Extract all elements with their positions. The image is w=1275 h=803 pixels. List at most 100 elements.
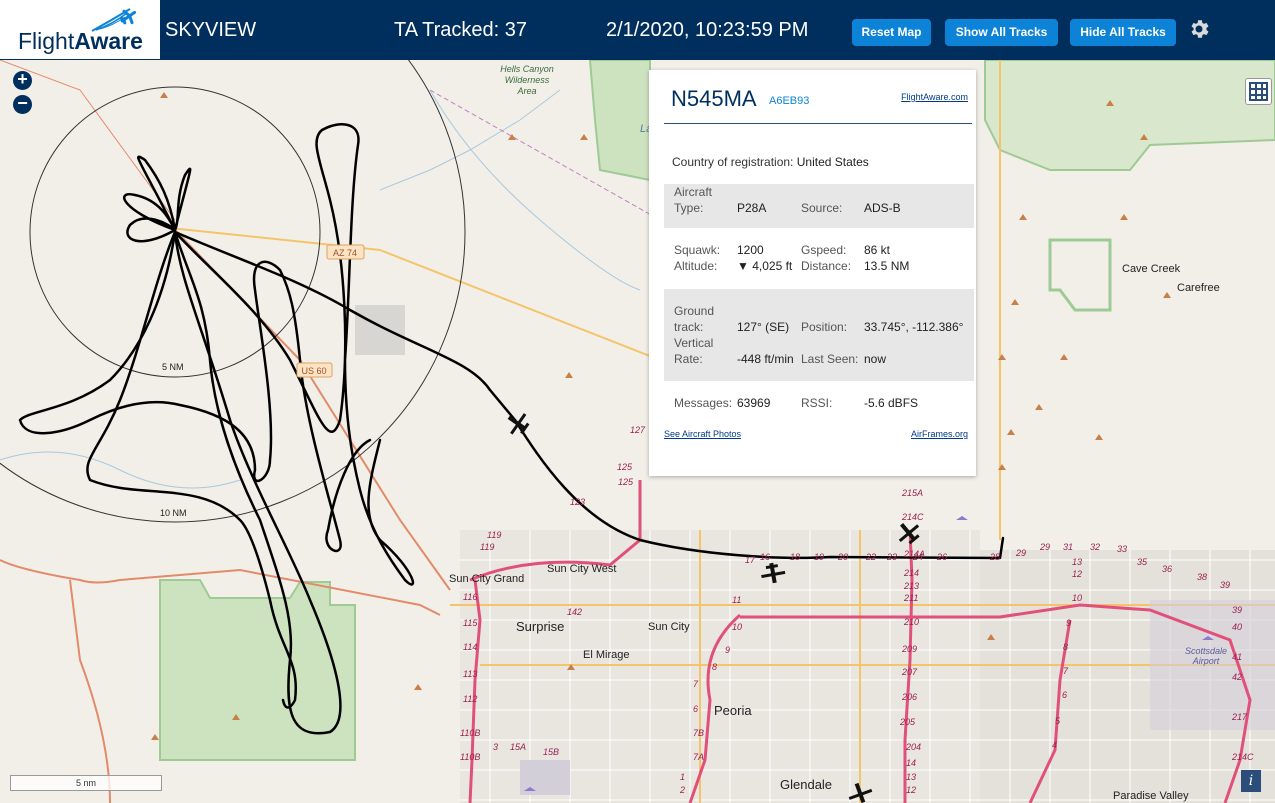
zoom-in-button[interactable]: + (13, 70, 32, 90)
ground-track-label: Ground (674, 304, 715, 318)
layers-button[interactable] (1245, 78, 1272, 105)
aircraft-icao-hex: A6EB93 (769, 95, 810, 107)
aircraft-icon[interactable] (502, 407, 533, 439)
messages-value: 63969 (737, 396, 771, 410)
label-paradise-valley: Paradise Valley (1113, 790, 1189, 802)
group-aircraft-type: Aircraft Type: P28A Source: ADS-B (664, 184, 974, 228)
flightaware-link[interactable]: FlightAware.com (901, 92, 968, 102)
highway-number: 123 (570, 497, 585, 507)
highway-number: 22 (865, 552, 876, 562)
highway-number: 18 (790, 552, 800, 562)
highway-number: 23 (886, 552, 897, 562)
vertical-rate-value: -448 ft/min (737, 352, 794, 366)
ground-track-value: 127° (SE) (737, 320, 790, 334)
airframes-link[interactable]: AirFrames.org (911, 429, 968, 439)
highway-number: 7A (693, 752, 704, 762)
gear-icon[interactable] (1187, 17, 1211, 41)
label-sun-city-west: Sun City West (547, 563, 617, 575)
info-button[interactable]: i (1241, 770, 1261, 792)
aircraft-registration: N545MA (671, 86, 757, 111)
highway-number: 8 (712, 662, 717, 672)
highway-number: 10 (1072, 593, 1082, 603)
group-messages: Messages: 63969 RSSI: -5.6 dBFS (664, 388, 974, 414)
gspeed-value: 86 kt (864, 243, 891, 257)
highway-number: 110B (460, 752, 480, 762)
highway-number: 125 (617, 462, 633, 472)
highway-number: 113 (463, 669, 477, 679)
aircraft-info-panel: N545MA A6EB93 FlightAware.com Country of… (649, 70, 976, 476)
highway-number: 38 (1197, 572, 1207, 582)
aircraft-type-value: P28A (737, 201, 767, 215)
highway-number: 112 (463, 694, 477, 704)
altitude-label: Altitude: (674, 259, 718, 273)
protected-area-ne (984, 60, 1275, 171)
gray-lot (355, 305, 405, 355)
highway-number: 214A (903, 549, 925, 559)
highway-number: 4 (1052, 740, 1057, 750)
reset-map-button[interactable]: Reset Map (852, 19, 931, 46)
rssi-value: -5.6 dBFS (864, 396, 919, 410)
last-seen-label: Last Seen: (801, 352, 859, 366)
squawk-label: Squawk: (674, 243, 721, 257)
see-aircraft-photos-link[interactable]: See Aircraft Photos (664, 429, 741, 439)
gspeed-label: Gspeed: (801, 243, 847, 257)
highway-number: 119 (487, 530, 501, 540)
map-view[interactable]: Hells Canyon Wilderness Area La Cave Creek… (0, 60, 1275, 803)
group-track: Ground track: 127° (SE) Position: 33.745… (664, 289, 974, 381)
last-seen-value: now (864, 352, 887, 366)
highway-number: 209 (901, 644, 917, 654)
altitude-value: ▼ 4,025 ft (737, 259, 793, 273)
highway-number: 127 (630, 425, 646, 435)
highway-number: 7B (693, 728, 704, 738)
highway-number: 26 (936, 552, 947, 562)
highway-number: 10 (732, 622, 742, 632)
aircraft-type-label-2: Type: (674, 201, 704, 215)
panel-divider (664, 123, 972, 124)
highway-number: 12 (1072, 569, 1082, 579)
label-surprise: Surprise (516, 619, 564, 634)
svg-text:US 60: US 60 (301, 366, 326, 376)
aircraft-type-label: Aircraft (674, 185, 713, 199)
highway-number: 15B (543, 747, 559, 757)
map-canvas[interactable]: Hells Canyon Wilderness Area La Cave Creek… (0, 60, 1275, 803)
hide-all-tracks-button[interactable]: Hide All Tracks (1070, 19, 1176, 46)
highway-number: 9 (725, 645, 730, 655)
show-all-tracks-button[interactable]: Show All Tracks (945, 19, 1058, 46)
flightaware-logo[interactable]: FlightAware (0, 0, 160, 59)
highway-number: 1 (680, 772, 685, 782)
highway-number: 6 (693, 704, 698, 714)
wilderness-area (588, 60, 651, 182)
highway-number: 15A (510, 742, 526, 752)
highway-number: 6 (1062, 690, 1067, 700)
label-sun-city-grand: Sun City Grand (449, 573, 524, 585)
zoom-out-button[interactable]: − (13, 94, 32, 114)
highway-number: 11 (732, 595, 741, 605)
label-peoria: Peoria (714, 703, 752, 718)
highway-number: 29 (1039, 542, 1050, 552)
vertical-rate-label: Vertical (674, 336, 714, 350)
route-shield-az74: AZ 74 (326, 244, 365, 260)
logo-wordmark: FlightAware (18, 28, 143, 54)
highway-number: 210 (903, 617, 919, 627)
app-title: SKYVIEW (165, 19, 257, 41)
highway-number: 207 (901, 667, 918, 677)
highway-number: 28 (989, 552, 1000, 562)
tracked-count: TA Tracked: 37 (394, 19, 528, 41)
label-el-mirage: El Mirage (583, 649, 629, 661)
highway-number: 31 (1063, 542, 1073, 552)
highway-number: 3 (493, 742, 498, 752)
highway-number: 8 (1063, 642, 1068, 652)
highway-number: 110B (460, 728, 480, 738)
rssi-label: RSSI: (801, 396, 833, 410)
highway-number: 211 (903, 593, 918, 603)
group-squawk: Squawk: 1200 Gspeed: 86 kt Altitude: ▼ 4… (664, 235, 974, 285)
map-scale-bar: 5 nm (10, 775, 162, 791)
highway-number: 35 (1137, 557, 1148, 567)
us60-road (174, 229, 451, 591)
highway-number: 32 (1090, 542, 1100, 552)
highway-number: 204 (905, 742, 921, 752)
distance-value: 13.5 NM (864, 259, 910, 273)
highway-number: 39 (1220, 580, 1230, 590)
source-value: ADS-B (864, 201, 901, 215)
clock-datetime: 2/1/2020, 10:23:59 PM (606, 19, 809, 41)
